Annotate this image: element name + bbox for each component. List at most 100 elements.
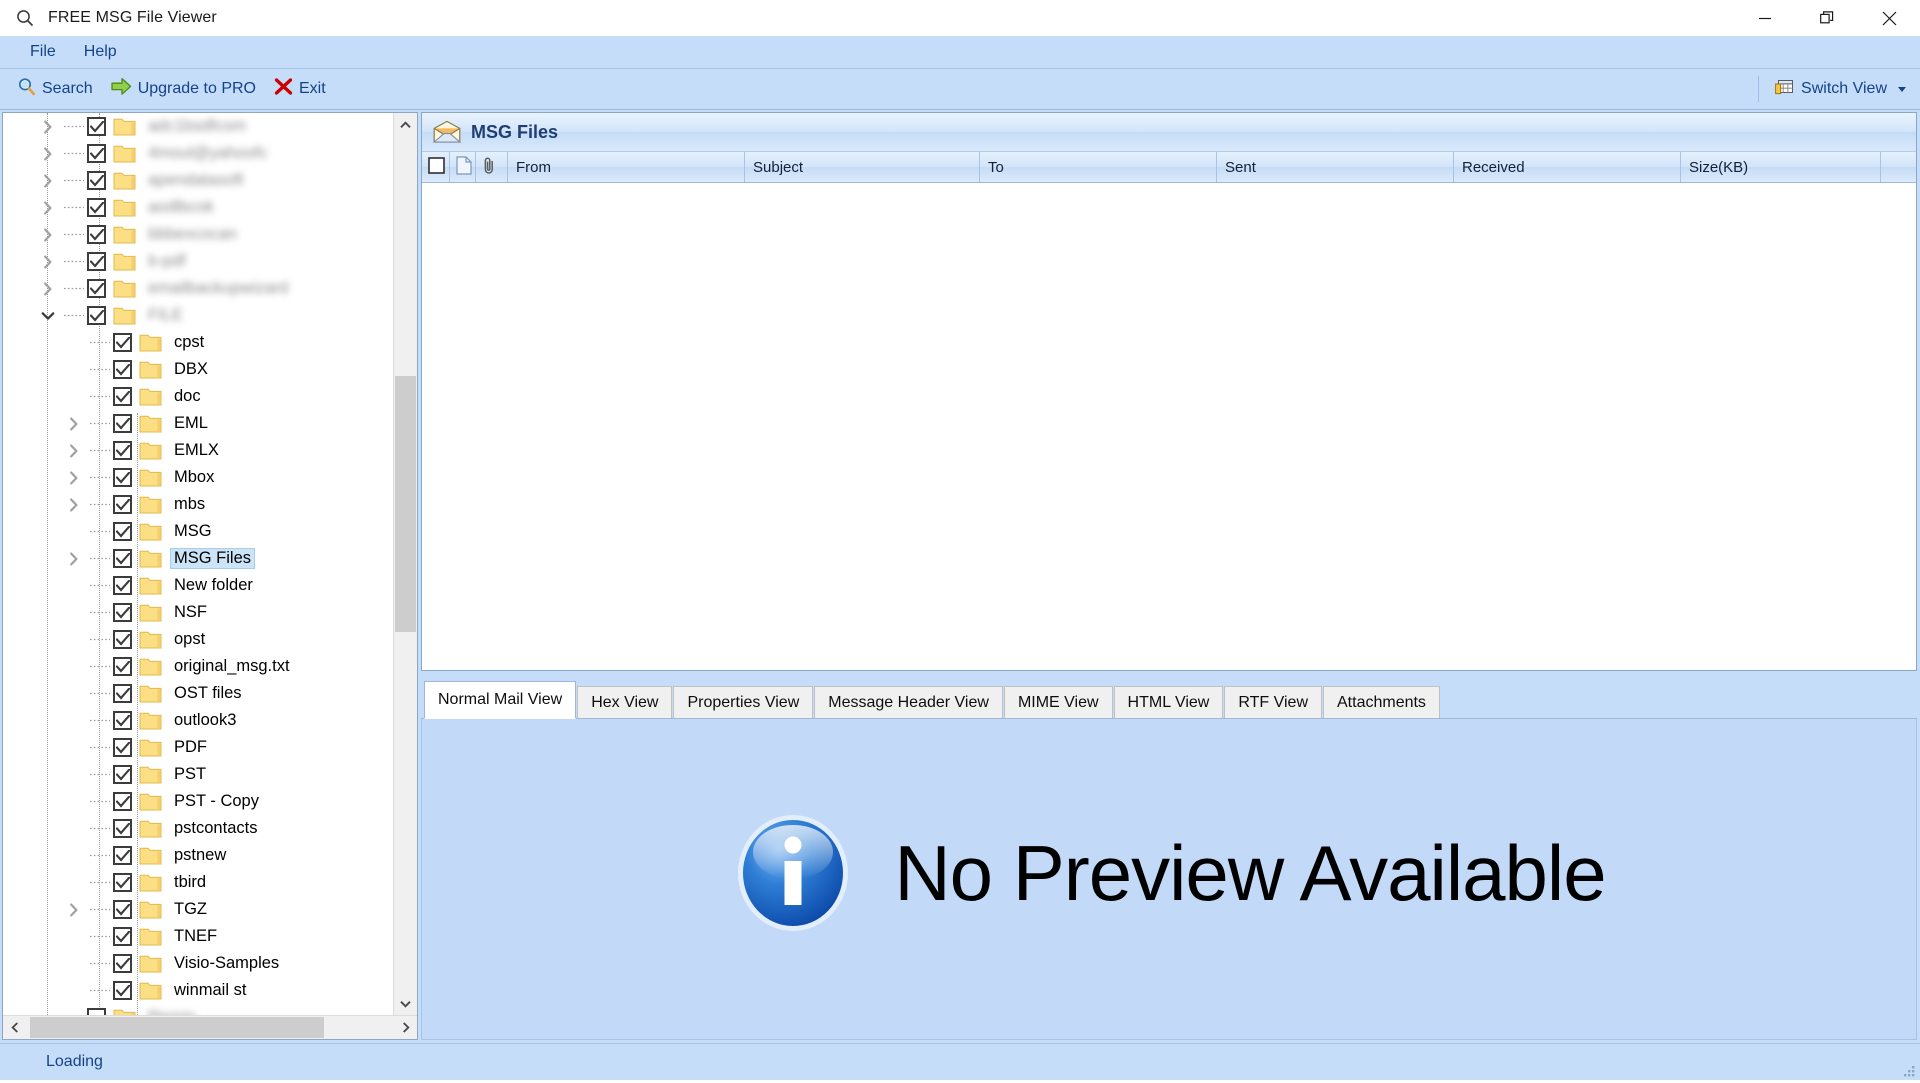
column-size[interactable]: Size(KB) [1681, 152, 1881, 182]
tree-node-label[interactable]: emailbackupwizard [144, 278, 292, 299]
tree-node-checkbox[interactable] [113, 468, 132, 487]
tree-horizontal-scrollbar[interactable] [3, 1015, 417, 1039]
tree-node-label[interactable]: apendatasoft [144, 170, 247, 191]
scroll-down-arrow[interactable] [394, 992, 417, 1015]
tree-node-mbox[interactable]: Mbox [3, 464, 393, 491]
tree-node-label[interactable]: PDF [170, 737, 211, 758]
tree-node-label[interactable]: EMLX [170, 440, 223, 461]
tree-node-checkbox[interactable] [113, 711, 132, 730]
tree-node-checkbox[interactable] [113, 657, 132, 676]
tree-node-checkbox[interactable] [113, 873, 132, 892]
tree-node-checkbox[interactable] [113, 981, 132, 1000]
tab-properties-view[interactable]: Properties View [673, 686, 814, 718]
tree-node-checkbox[interactable] [113, 603, 132, 622]
tree-node-label[interactable]: DBX [170, 359, 212, 380]
tree-node-checkbox[interactable] [113, 684, 132, 703]
tree-node-file[interactable]: FILE [3, 302, 393, 329]
tree-node-pstcontacts[interactable]: pstcontacts [3, 815, 393, 842]
scroll-left-arrow[interactable] [3, 1016, 26, 1039]
tree-node-emlx[interactable]: EMLX [3, 437, 393, 464]
chevron-right-icon[interactable] [61, 896, 87, 923]
tree-node-checkbox[interactable] [87, 171, 106, 190]
chevron-right-icon[interactable] [35, 167, 61, 194]
tree-node-checkbox[interactable] [113, 819, 132, 838]
tree-node-label[interactable]: New folder [170, 575, 257, 596]
tree-node-checkbox[interactable] [113, 738, 132, 757]
tree-node-checkbox[interactable] [113, 333, 132, 352]
tree-node-label[interactable]: outlook3 [170, 710, 240, 731]
tree-scroll-thumb[interactable] [395, 375, 416, 633]
tree-node-label[interactable]: b-pdf [144, 251, 190, 272]
tree-node-checkbox[interactable] [113, 387, 132, 406]
menu-help[interactable]: Help [70, 39, 131, 65]
tree-node-checkbox[interactable] [113, 441, 132, 460]
tab-attachments[interactable]: Attachments [1323, 686, 1440, 718]
minimize-button[interactable] [1734, 0, 1796, 36]
chevron-down-icon[interactable] [35, 302, 61, 329]
tree-node-checkbox[interactable] [113, 792, 132, 811]
chevron-right-icon[interactable] [35, 248, 61, 275]
tree-node-label[interactable]: MSG Files [170, 548, 256, 569]
tree-node-label[interactable]: winmail st [170, 980, 250, 1001]
upgrade-to-pro-button[interactable]: Upgrade to PRO [102, 71, 265, 107]
tree-node-label[interactable]: pstcontacts [170, 818, 261, 839]
tree-node-pst[interactable]: PST [3, 761, 393, 788]
page-icon[interactable] [456, 155, 472, 179]
tree-node-cpst[interactable]: cpst [3, 329, 393, 356]
tree-node-label[interactable]: doc [170, 386, 205, 407]
select-all-checkbox[interactable] [422, 152, 450, 182]
tab-mime-view[interactable]: MIME View [1003, 686, 1113, 718]
tree-node-label[interactable]: FILE [144, 305, 187, 326]
paperclip-icon[interactable] [482, 156, 496, 179]
column-sent[interactable]: Sent [1217, 152, 1454, 182]
tree-node-label[interactable]: MSG [170, 521, 216, 542]
column-from[interactable]: From [508, 152, 745, 182]
tab-normal-mail-view[interactable]: Normal Mail View [424, 681, 577, 719]
tab-hex-view[interactable]: Hex View [577, 686, 673, 718]
tree-node-checkbox[interactable] [87, 252, 106, 271]
tree-content[interactable]: adc1bsdfcom 4moul@yahoofc apendatasoft aodl… [3, 113, 393, 1015]
chevron-right-icon[interactable] [61, 545, 87, 572]
column-to[interactable]: To [980, 152, 1217, 182]
tree-node-dbx[interactable]: DBX [3, 356, 393, 383]
tree-node-checkbox[interactable] [113, 414, 132, 433]
close-button[interactable] [1858, 0, 1920, 36]
tree-node-label[interactable]: mbs [170, 494, 209, 515]
tree-node-checkbox[interactable] [113, 954, 132, 973]
tree-node-opst[interactable]: opst [3, 626, 393, 653]
tree-node-checkbox[interactable] [113, 522, 132, 541]
tab-rtf-view[interactable]: RTF View [1224, 686, 1322, 718]
tree-node-checkbox[interactable] [113, 495, 132, 514]
attachment-column[interactable] [476, 152, 508, 182]
menu-file[interactable]: File [16, 39, 70, 65]
tree-node-new-folder[interactable]: New folder [3, 572, 393, 599]
column-subject[interactable]: Subject [745, 152, 980, 182]
tree-node-winmail-st[interactable]: winmail st [3, 977, 393, 1004]
tree-node-label[interactable]: OST files [170, 683, 246, 704]
search-button[interactable]: Search [8, 71, 102, 107]
tree-node-original-msg-txt[interactable]: original_msg.txt [3, 653, 393, 680]
tree-node-outlook3[interactable]: outlook3 [3, 707, 393, 734]
tab-html-view[interactable]: HTML View [1113, 686, 1224, 718]
exit-button[interactable]: Exit [265, 71, 335, 107]
chevron-right-icon[interactable] [35, 221, 61, 248]
tree-node-label[interactable]: original_msg.txt [170, 656, 294, 677]
tree-node-mbs[interactable]: mbs [3, 491, 393, 518]
tree-node-label[interactable]: aodlbcok [144, 197, 218, 218]
tree-node-checkbox[interactable] [87, 144, 106, 163]
tree-node-tgz[interactable]: TGZ [3, 896, 393, 923]
column-received[interactable]: Received [1454, 152, 1681, 182]
tree-node-label[interactable]: adc1bsdfcom [144, 116, 250, 137]
tree-node-eml[interactable]: EML [3, 410, 393, 437]
tree-node-checkbox[interactable] [113, 576, 132, 595]
tree-node-label[interactable]: tbird [170, 872, 210, 893]
tree-node-label[interactable]: opst [170, 629, 209, 650]
tree-node-b-pdf[interactable]: b-pdf [3, 248, 393, 275]
tree-node-checkbox[interactable] [87, 198, 106, 217]
tree-node-checkbox[interactable] [87, 279, 106, 298]
tree-node-ost-files[interactable]: OST files [3, 680, 393, 707]
chevron-right-icon[interactable] [35, 140, 61, 167]
select-all-checkbox-icon[interactable] [428, 156, 445, 178]
scroll-right-arrow[interactable] [394, 1016, 417, 1039]
tree-node-checkbox[interactable] [113, 360, 132, 379]
